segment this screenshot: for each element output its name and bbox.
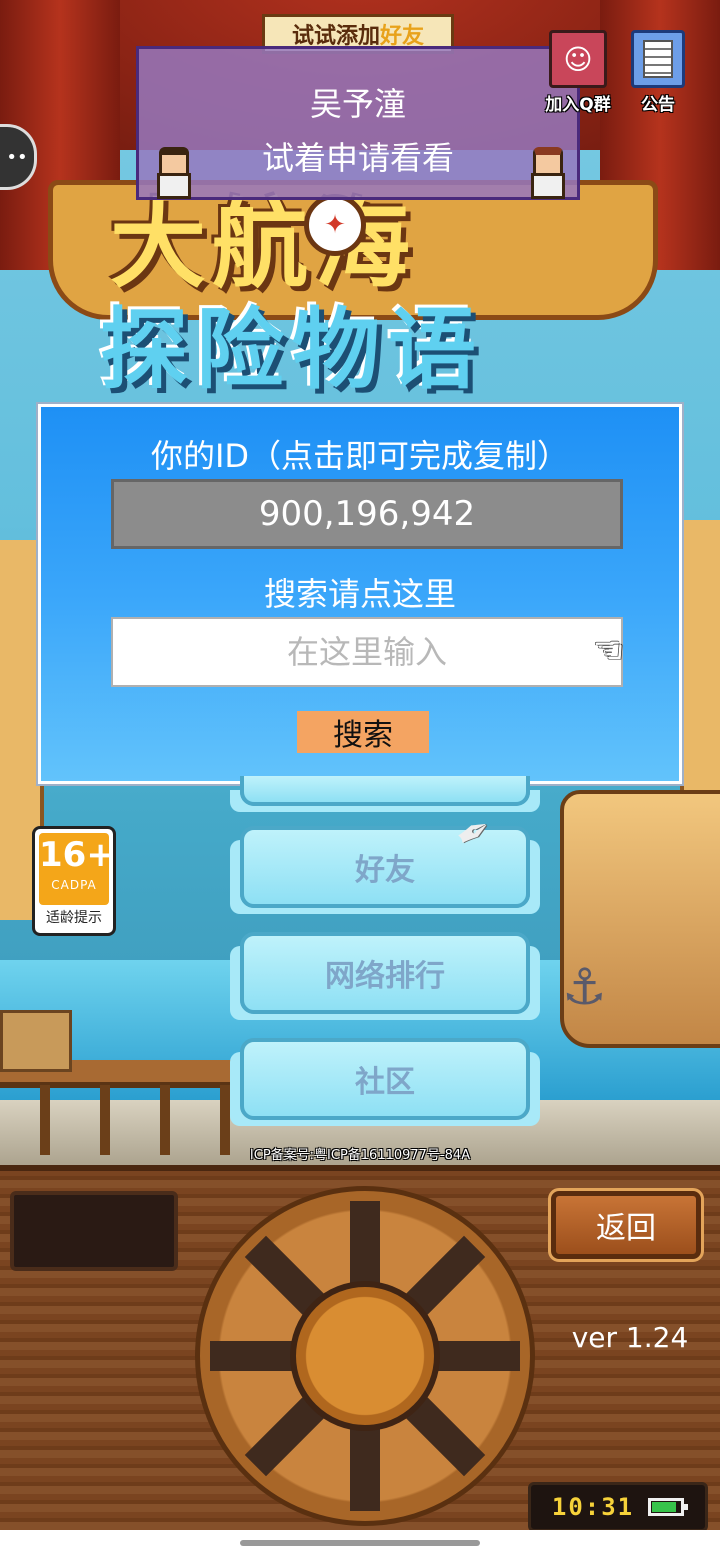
age-rating-badge[interactable]: 16+ CADPA 适龄提示 bbox=[32, 826, 116, 936]
ship-console: 返回 ver 1.24 10:31 bbox=[0, 1165, 720, 1536]
battery-icon bbox=[648, 1498, 689, 1516]
battery-fill bbox=[652, 1502, 677, 1512]
player-id-copy-box[interactable]: 900,196,942 bbox=[111, 479, 623, 549]
suggested-friend-card[interactable]: 吴予潼 试着申请看看 bbox=[136, 46, 580, 200]
system-nav-bar bbox=[0, 1530, 720, 1560]
wheel-center-button[interactable] bbox=[290, 1281, 440, 1431]
anchor-icon: ⚓ bbox=[562, 958, 607, 1016]
notice-icon bbox=[631, 30, 685, 88]
version-label: ver 1.24 bbox=[571, 1321, 689, 1354]
age-rating-tip: 适龄提示 bbox=[46, 910, 102, 926]
search-button[interactable]: 搜索 bbox=[297, 711, 429, 753]
friend-avatar bbox=[525, 147, 565, 199]
compass-icon: ✦ bbox=[304, 194, 366, 256]
qq-group-label: 加入Q群 bbox=[545, 95, 611, 115]
id-search-panel: 你的ID（点击即可完成复制） 900,196,942 搜索请点这里 ☜ 搜索 bbox=[36, 402, 684, 786]
clock-panel: 10:31 bbox=[528, 1482, 708, 1532]
crates bbox=[0, 1010, 72, 1072]
player-avatar bbox=[151, 147, 191, 199]
age-rating-org: CADPA bbox=[51, 878, 97, 892]
age-rating-number: 16+ bbox=[39, 835, 115, 875]
icp-license-text: ICP备案号:粤ICP备16110977号-84A bbox=[249, 1148, 471, 1163]
back-button[interactable]: 返回 bbox=[548, 1188, 704, 1262]
community-button[interactable]: 社区 bbox=[240, 1038, 530, 1120]
search-label: 搜索请点这里 bbox=[263, 575, 456, 613]
your-id-label: 你的ID（点击即可完成复制） bbox=[150, 437, 570, 475]
qq-group-icon: ☺ bbox=[549, 30, 607, 88]
home-indicator[interactable] bbox=[240, 1540, 480, 1546]
friend-subtitle: 试着申请看看 bbox=[261, 139, 454, 177]
pointing-hand-icon: ☜ bbox=[593, 630, 624, 670]
console-screen-slot bbox=[10, 1191, 178, 1271]
ship-wheel-control[interactable] bbox=[195, 1186, 535, 1526]
notice-button[interactable]: 公告 bbox=[626, 30, 690, 115]
logo-title-line2: 探险物语 bbox=[100, 298, 485, 401]
right-sail bbox=[680, 520, 720, 800]
friend-name: 吴予潼 bbox=[309, 85, 406, 123]
notice-label: 公告 bbox=[641, 95, 675, 115]
clock-time: 10:31 bbox=[551, 1493, 635, 1521]
online-ranking-button[interactable]: 网络排行 bbox=[240, 932, 530, 1014]
search-input[interactable] bbox=[111, 617, 623, 687]
menu-button-partial bbox=[240, 776, 530, 806]
join-qq-group-button[interactable]: ☺ 加入Q群 bbox=[540, 30, 616, 115]
